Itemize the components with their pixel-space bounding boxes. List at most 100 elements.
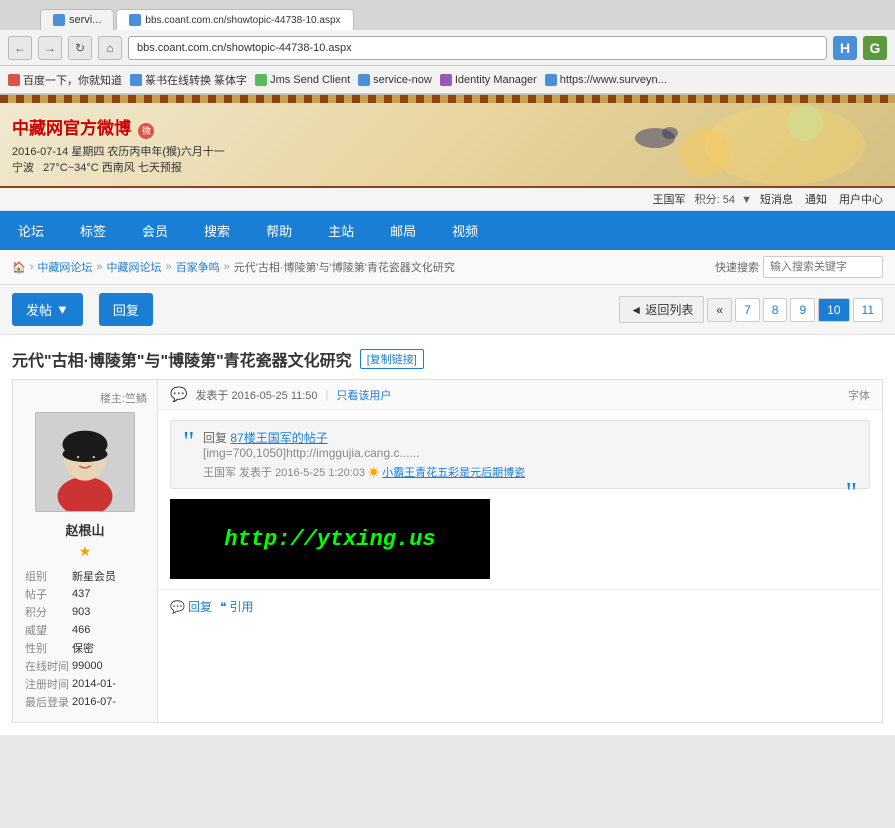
- post-button[interactable]: 发帖 ▼: [12, 293, 83, 326]
- breadcrumb-sep-2: »: [96, 261, 102, 273]
- browser-extension-button[interactable]: G: [863, 36, 887, 60]
- breadcrumb-zhangwang[interactable]: 中藏网论坛: [37, 259, 92, 275]
- bookmark-5[interactable]: Identity Manager: [440, 74, 537, 86]
- post-date: 发表于 2016-05-25 11:50: [195, 387, 317, 403]
- copy-link-button[interactable]: [复制链接]: [360, 349, 424, 369]
- post-message-icon: 💬: [170, 386, 187, 403]
- user-group-row: 组别 新星会员: [25, 568, 145, 584]
- action-buttons-left: 发帖 ▼ 回复: [12, 293, 153, 326]
- user-reg-row: 注册时间 2014-01-: [25, 676, 145, 692]
- page-7-button[interactable]: 7: [735, 298, 760, 322]
- reply-footer-button[interactable]: 💬 回复: [170, 598, 212, 615]
- post-meta: 💬 发表于 2016-05-25 11:50 | 只看该用户 字体: [158, 380, 882, 410]
- nav-tags[interactable]: 标签: [62, 211, 124, 250]
- user-avatar: [35, 412, 135, 512]
- user-reputation-row: 威望 466: [25, 622, 145, 638]
- font-size-label: 字体: [848, 387, 870, 403]
- separator: |: [326, 389, 329, 401]
- first-page-button[interactable]: «: [707, 298, 732, 322]
- quote-block: " 回复 87楼王国军的帖子 [img=700,1050]http://imgg…: [170, 420, 870, 489]
- bookmark-icon-3: [255, 74, 267, 86]
- user-gender-row: 性别 保密: [25, 640, 145, 656]
- page-11-button[interactable]: 11: [853, 298, 883, 322]
- bookmark-1[interactable]: 百度一下，你就知道: [8, 72, 122, 88]
- bookmark-3[interactable]: Jms Send Client: [255, 74, 350, 86]
- nav-search[interactable]: 搜索: [186, 211, 248, 250]
- bookmark-icon-1: [8, 74, 20, 86]
- quote-open-mark: ": [183, 429, 194, 457]
- header-decoration: [505, 103, 885, 188]
- back-button[interactable]: ←: [8, 36, 32, 60]
- browser-tab-2[interactable]: bbs.coant.com.cn/showtopic-44738-10.aspx: [116, 9, 353, 30]
- nav-members[interactable]: 会员: [124, 211, 186, 250]
- tab-label-1: servi...: [69, 14, 101, 26]
- tab-label-2: bbs.coant.com.cn/showtopic-44738-10.aspx: [145, 15, 340, 26]
- bookmark-4[interactable]: service-now: [358, 74, 432, 86]
- post-footer: 💬 回复 ❝ 引用: [158, 589, 882, 623]
- home-breadcrumb[interactable]: 🏠: [12, 261, 26, 274]
- notification-link[interactable]: 通知: [805, 191, 827, 207]
- site-logo: 中藏网官方微博 微: [12, 114, 225, 139]
- sun-icon: ☀: [368, 467, 379, 479]
- browser-tab-1[interactable]: servi...: [40, 9, 114, 30]
- reply-icon: 💬: [170, 600, 185, 614]
- pagination: ◄ 返回列表 « 7 8 9 10 11: [619, 296, 883, 323]
- bookmark-icon-6: [545, 74, 557, 86]
- bookmark-6[interactable]: https://www.surveyn...: [545, 74, 667, 86]
- main-nav: 论坛 标签 会员 搜索 帮助 主站 邮局 视频: [0, 211, 895, 250]
- quote-link[interactable]: 87楼王国军的帖子: [230, 431, 327, 445]
- avatar-svg: [36, 412, 134, 512]
- quick-search-label: 快速搜索: [715, 259, 759, 275]
- site-header: 中藏网官方微博 微 2016-07-14 星期四 农历丙申年(猴)六月十一 宁波…: [0, 103, 895, 188]
- back-list-button[interactable]: ◄ 返回列表: [619, 296, 704, 323]
- user-online-row: 在线时间 99000: [25, 658, 145, 674]
- breadcrumb-zhangwang2[interactable]: 中藏网论坛: [107, 259, 162, 275]
- quote-reply: 王国军 发表于 2016-5-25 1:20:03 ☀ 小霸王青花五彩是元后期博…: [203, 464, 837, 480]
- header-date: 2016-07-14 星期四 农历丙申年(猴)六月十一: [12, 143, 225, 159]
- page-9-button[interactable]: 9: [790, 298, 815, 322]
- bookmark-icon-2: [130, 74, 142, 86]
- page-8-button[interactable]: 8: [763, 298, 788, 322]
- short-message-link[interactable]: 短消息: [760, 191, 793, 207]
- bookmark-2[interactable]: 篆书在线转换 篆体字: [130, 72, 247, 88]
- breadcrumb-sep-3: »: [166, 261, 172, 273]
- browser-tabs-bar: servi... bbs.coant.com.cn/showtopic-4473…: [0, 0, 895, 30]
- post-btn-icon: ▼: [56, 302, 69, 317]
- quote-footer-button[interactable]: ❝ 引用: [220, 598, 253, 615]
- only-user-button[interactable]: 只看该用户: [336, 387, 391, 403]
- nav-help[interactable]: 帮助: [248, 211, 310, 250]
- reply-button[interactable]: 回复: [99, 293, 153, 326]
- browser-toolbar: ← → ↻ ⌂ H G: [0, 30, 895, 66]
- browser-menu-button[interactable]: H: [833, 36, 857, 60]
- user-info-table: 组别 新星会员 帖子 437 积分 903 威望 466: [23, 566, 147, 712]
- bookmark-icon-5: [440, 74, 452, 86]
- action-bar: 发帖 ▼ 回复 ◄ 返回列表 « 7 8 9 10 11: [0, 285, 895, 335]
- bookmark-icon-4: [358, 74, 370, 86]
- nav-mail[interactable]: 邮局: [372, 211, 434, 250]
- black-banner: http://ytxing.us: [170, 499, 490, 579]
- page-10-button[interactable]: 10: [818, 298, 849, 322]
- user-center-link[interactable]: 用户中心: [839, 191, 883, 207]
- tab-favicon-1: [53, 14, 65, 26]
- nav-main-site[interactable]: 主站: [310, 211, 372, 250]
- breadcrumb-sep-1: ›: [30, 261, 34, 273]
- address-bar[interactable]: [128, 36, 827, 60]
- user-greeting: 王国军 积分: 54 ▼: [652, 191, 752, 207]
- user-sidebar: 楼主:竺鳞: [13, 380, 158, 722]
- breadcrumb-current: 元代'古相·博陵第'与'博陵第'青花瓷器文化研究: [234, 259, 455, 275]
- tab-favicon-2: [129, 14, 141, 26]
- reply-article-link[interactable]: 小霸王青花五彩是元后期博瓷: [382, 467, 525, 479]
- quick-search-input[interactable]: [763, 256, 883, 278]
- user-bar-links: 短消息 通知 用户中心: [760, 191, 883, 207]
- forward-button[interactable]: →: [38, 36, 62, 60]
- user-floor-label: 楼主:竺鳞: [23, 390, 147, 406]
- home-button[interactable]: ⌂: [98, 36, 122, 60]
- nav-video[interactable]: 视频: [434, 211, 496, 250]
- refresh-button[interactable]: ↻: [68, 36, 92, 60]
- post-content-area: 💬 发表于 2016-05-25 11:50 | 只看该用户 字体 " 回复 8…: [158, 380, 882, 722]
- user-posts-row: 帖子 437: [25, 586, 145, 602]
- user-score-row: 积分 903: [25, 604, 145, 620]
- nav-forum[interactable]: 论坛: [0, 211, 62, 250]
- breadcrumb-baijia[interactable]: 百家争鸣: [176, 259, 220, 275]
- weibo-icon: 微: [138, 123, 154, 139]
